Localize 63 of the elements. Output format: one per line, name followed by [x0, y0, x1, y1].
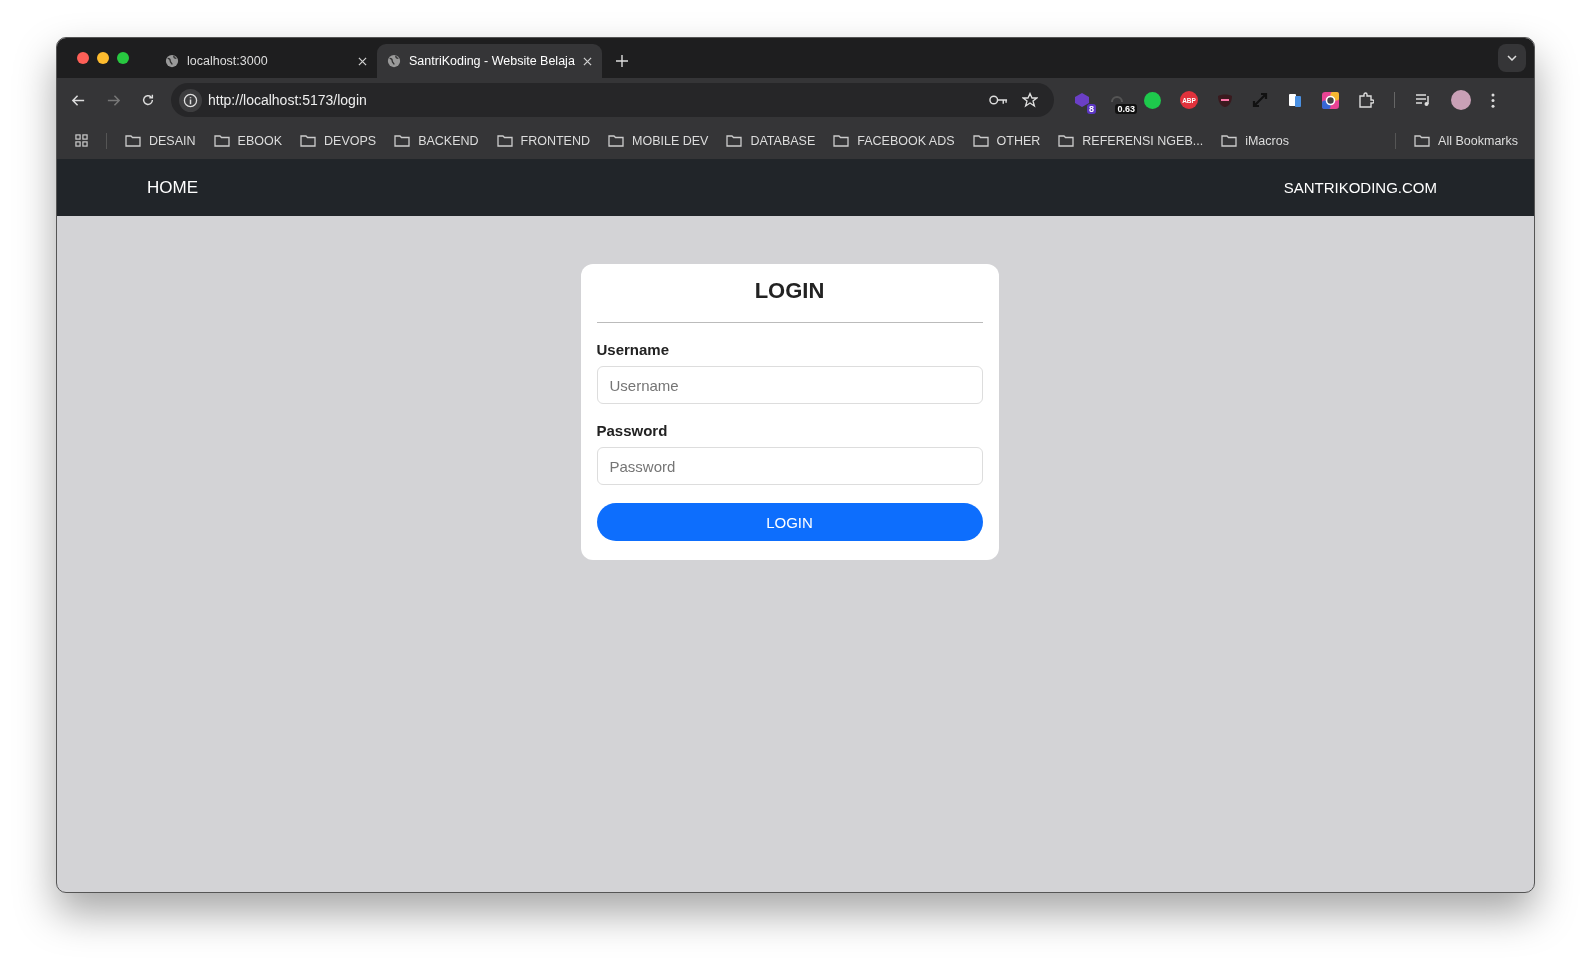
- bookmark-folder[interactable]: All Bookmarks: [1414, 133, 1518, 148]
- folder-icon: [300, 134, 316, 147]
- field-label: Password: [596, 422, 669, 439]
- color-ring-icon[interactable]: [1322, 91, 1339, 109]
- bookmark-folder[interactable]: MOBILE DEV: [608, 133, 709, 148]
- tab-title: SantriKoding - Website Belaja: [409, 54, 575, 68]
- info-icon[interactable]: [179, 88, 202, 112]
- folder-icon: [213, 134, 230, 147]
- globe-icon: [387, 54, 401, 68]
- apps-grid-icon[interactable]: [75, 134, 88, 147]
- card-title: LOGIN: [753, 278, 826, 304]
- bookmark-folder[interactable]: iMacros: [1221, 133, 1289, 148]
- bookmark-folder[interactable]: DESAIN: [125, 133, 196, 148]
- bookmark-folder[interactable]: FACEBOOK ADS: [833, 133, 955, 148]
- site-link[interactable]: SANTRIKODING.COM: [1283, 179, 1437, 196]
- bookmark-folder[interactable]: OTHER: [972, 133, 1041, 148]
- close-icon[interactable]: [582, 56, 592, 66]
- login-button[interactable]: LOGIN: [596, 503, 983, 541]
- folder-icon: [496, 134, 513, 147]
- mask-icon[interactable]: [1217, 92, 1233, 108]
- folder-icon: [608, 134, 624, 147]
- folder-icon: [1221, 134, 1238, 147]
- folder-icon: [726, 134, 743, 147]
- profile-avatar[interactable]: [1451, 90, 1471, 110]
- extension-badge: 8: [1087, 104, 1096, 114]
- browser-tab[interactable]: localhost:3000: [155, 44, 377, 78]
- url-text: http://localhost:5173/login: [208, 92, 367, 108]
- input-field[interactable]: Password: [596, 447, 983, 485]
- bookmark-folder[interactable]: REFERENSI NGEB...: [1058, 133, 1204, 148]
- documents-icon[interactable]: [1287, 92, 1303, 108]
- globe-icon: [165, 54, 179, 68]
- folder-icon: [394, 134, 411, 147]
- home-link[interactable]: HOME: [147, 177, 198, 198]
- media-playlist-icon[interactable]: [1415, 92, 1431, 108]
- field-label: Username: [596, 341, 671, 358]
- bookmark-folder[interactable]: EBOOK: [213, 133, 282, 148]
- maximize-window-icon[interactable]: [117, 52, 129, 64]
- folder-icon: [972, 134, 989, 147]
- key-icon[interactable]: [989, 94, 1008, 106]
- bookmark-folder[interactable]: FRONTEND: [496, 133, 590, 148]
- folder-icon: [1058, 134, 1075, 147]
- folder-icon: [125, 134, 141, 147]
- extension-icon[interactable]: [1144, 91, 1161, 109]
- chevron-down-icon: [1507, 55, 1517, 61]
- browser-tab[interactable]: SantriKoding - Website Belaja: [377, 44, 602, 78]
- input-field[interactable]: Username: [596, 366, 983, 404]
- bookmark-folder[interactable]: BACKEND: [394, 133, 479, 148]
- bookmark-star-icon[interactable]: [1022, 92, 1038, 108]
- reload-icon[interactable]: [141, 93, 155, 107]
- bookmark-folder[interactable]: DEVOPS: [300, 133, 377, 148]
- bookmark-folder[interactable]: DATABASE: [726, 133, 816, 148]
- close-window-icon[interactable]: [77, 52, 89, 64]
- new-tab-icon[interactable]: [615, 55, 628, 67]
- folder-icon: [1414, 134, 1431, 147]
- extension-badge: 0.63: [1115, 104, 1137, 114]
- tab-search-button[interactable]: [1498, 44, 1526, 72]
- address-bar[interactable]: http://localhost:5173/login: [171, 83, 1054, 117]
- tab-title: localhost:3000: [187, 54, 269, 68]
- extensions-puzzle-icon[interactable]: [1358, 92, 1374, 108]
- folder-icon: [833, 134, 850, 147]
- menu-icon[interactable]: [1491, 92, 1495, 108]
- minimize-window-icon[interactable]: [97, 52, 109, 64]
- close-icon[interactable]: [358, 56, 367, 66]
